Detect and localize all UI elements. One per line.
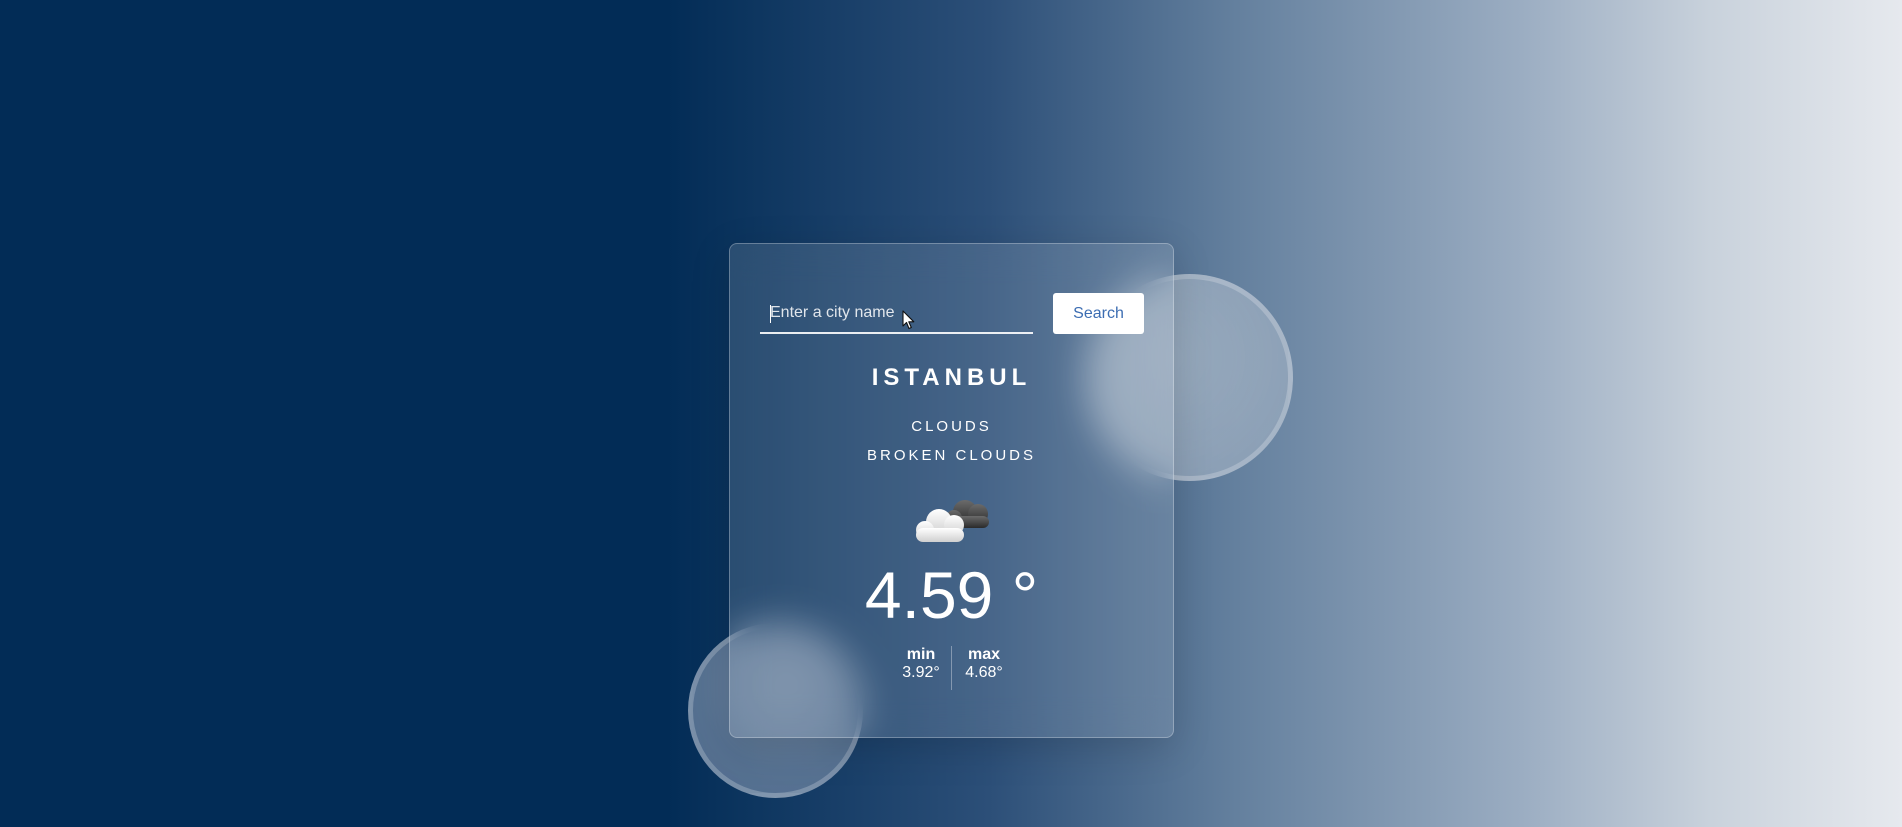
max-label: max — [967, 646, 1001, 663]
weather-main: CLOUDS — [911, 418, 992, 435]
broken-clouds-icon — [916, 500, 989, 542]
min-max-divider — [951, 646, 952, 690]
city-search-input[interactable] — [760, 293, 1033, 334]
temperature: 4.59 ° — [864, 558, 1039, 632]
min-temp: min 3.92° — [890, 646, 952, 682]
text-caret — [770, 305, 771, 323]
max-temp: max 4.68° — [953, 646, 1015, 682]
max-value: 4.68° — [965, 664, 1003, 681]
min-label: min — [906, 646, 936, 663]
mouse-pointer-icon — [902, 310, 915, 330]
min-max-panel: min 3.92° max 4.68° — [890, 646, 1015, 690]
search-bar: Search — [760, 293, 1145, 335]
weather-description: BROKEN CLOUDS — [866, 447, 1037, 464]
search-button[interactable]: Search — [1053, 293, 1144, 334]
city-name: ISTANBUL — [871, 364, 1032, 391]
min-value: 3.92° — [902, 664, 940, 681]
weather-card: Search ISTANBUL CLOUDS BROKEN CLOUDS — [729, 243, 1174, 738]
